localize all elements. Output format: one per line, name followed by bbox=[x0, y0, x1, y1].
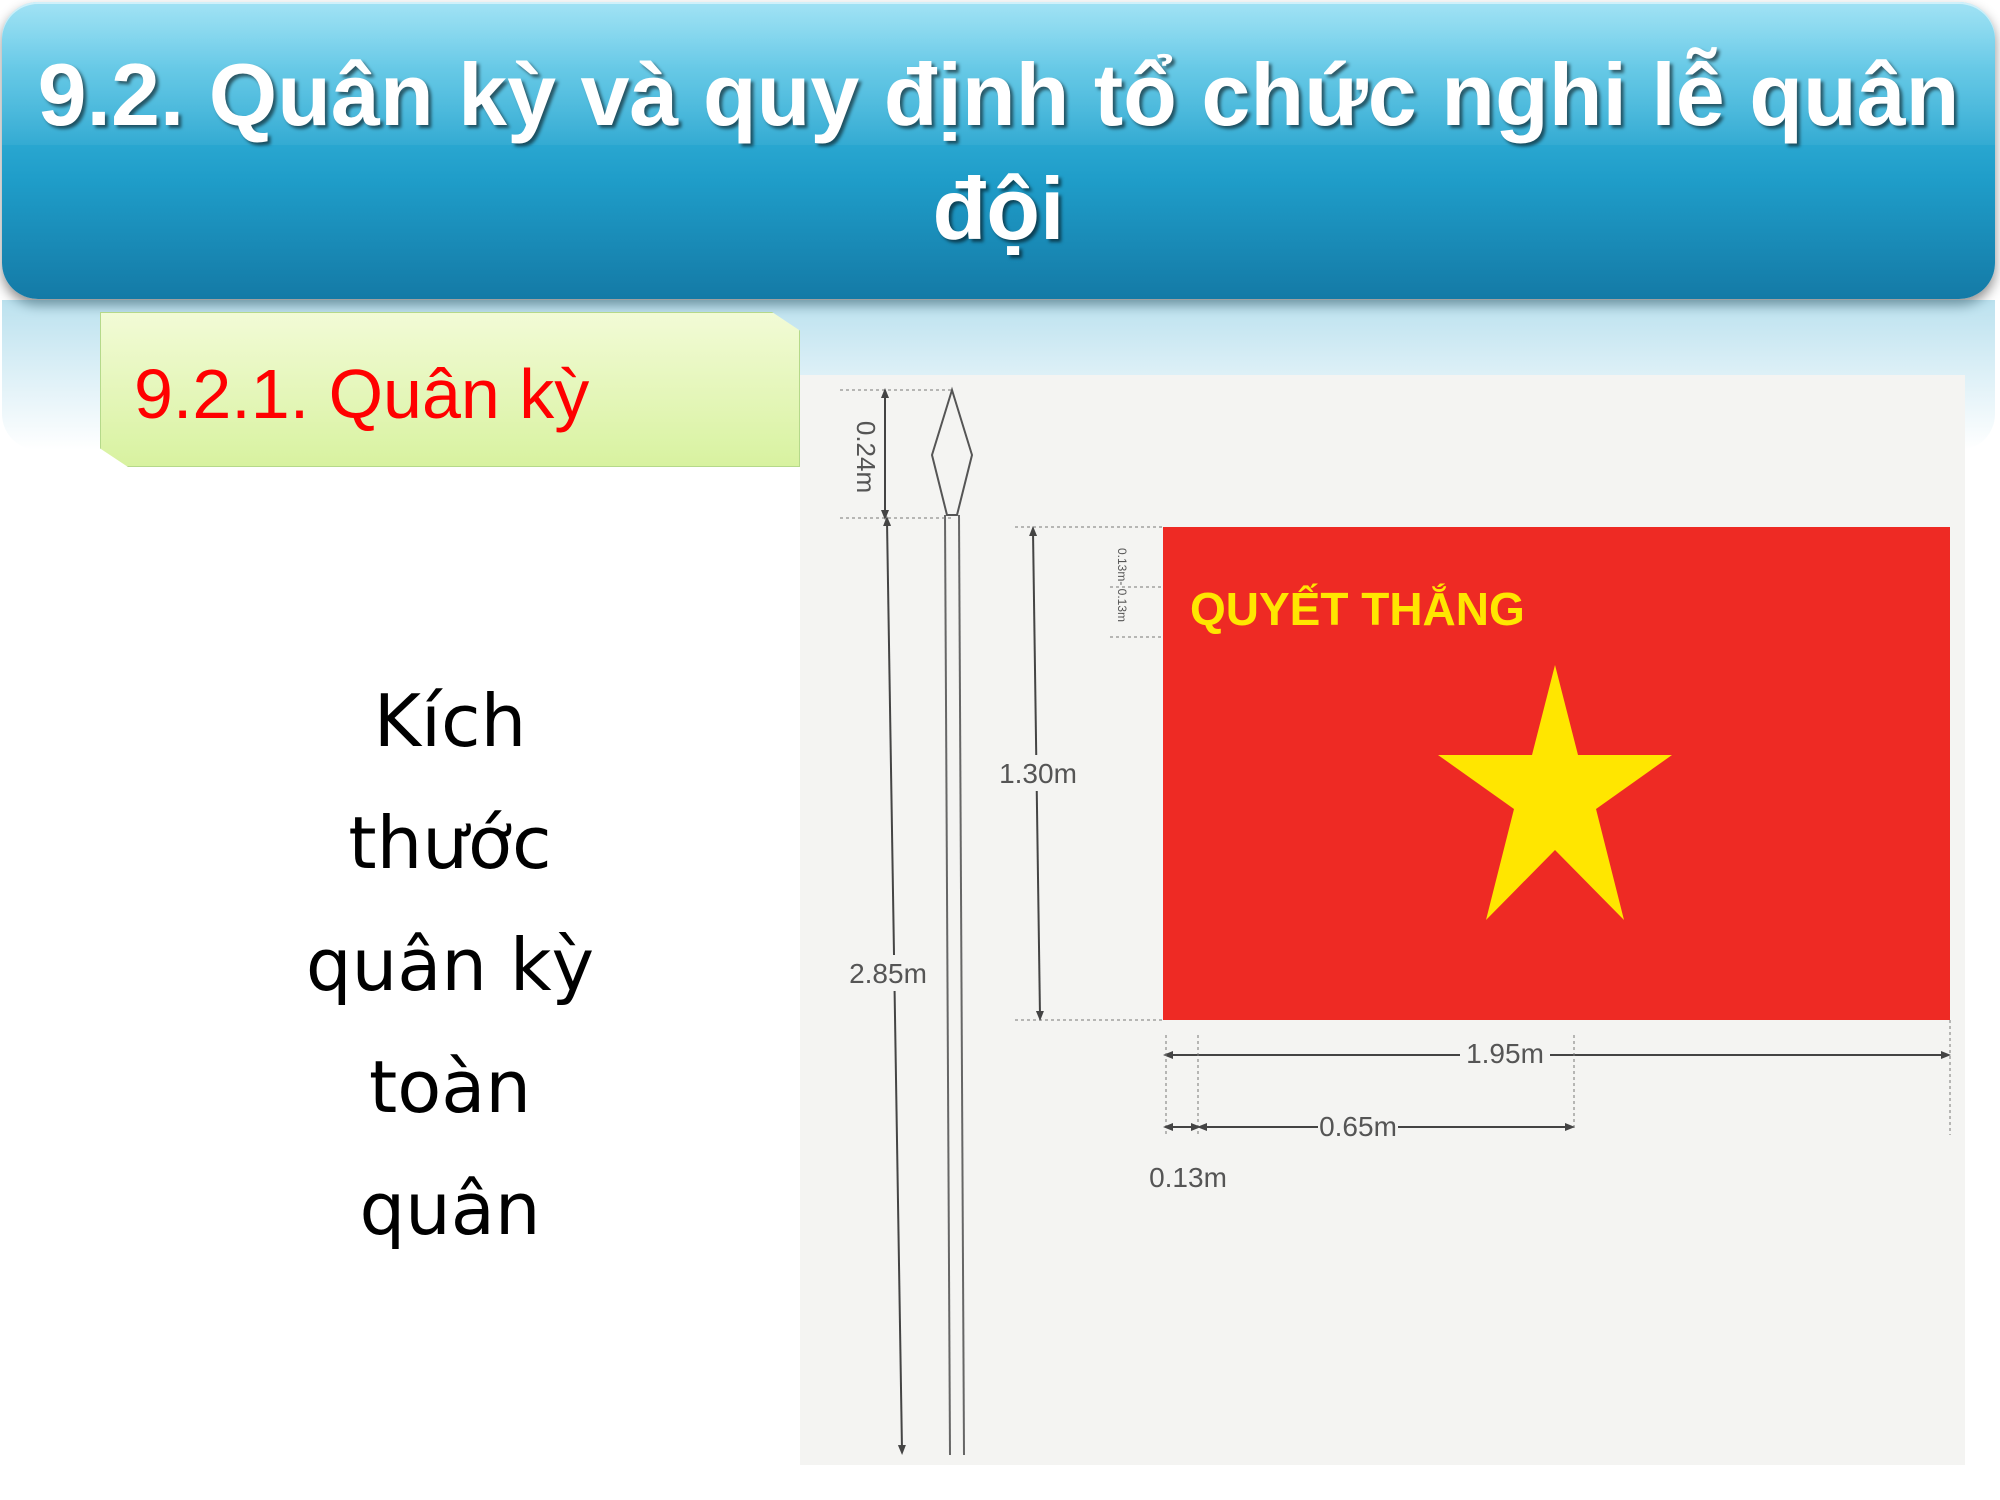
body-text: Kích thước quân kỳ toàn quân bbox=[230, 660, 670, 1270]
subsection-label-box: 9.2.1. Quân kỳ bbox=[100, 312, 800, 467]
flag-height-dim-label: 1.30m bbox=[999, 758, 1077, 789]
body-line: quân bbox=[359, 1167, 541, 1251]
title-banner: 9.2. Quân kỳ và quy định tổ chức nghi lễ… bbox=[2, 2, 1995, 299]
pole-dim-label: 2.85m bbox=[849, 958, 927, 989]
flag-diagram: 0.24m 2.85m QUYẾT THẮNG 1.30m 0.13m- 0.1… bbox=[800, 375, 1965, 1465]
flag-slogan: QUYẾT THẮNG bbox=[1190, 583, 1525, 635]
text-band-dim-label: 0.13m- 0.13m bbox=[1115, 548, 1129, 622]
flag-diagram-svg: 0.24m 2.85m QUYẾT THẮNG 1.30m 0.13m- 0.1… bbox=[840, 386, 1951, 1456]
body-line: toàn bbox=[368, 1045, 532, 1129]
flag-pole-left bbox=[944, 514, 951, 1456]
flag-width-dim-label: 1.95m bbox=[1466, 1038, 1544, 1069]
slide-title: 9.2. Quân kỳ và quy định tổ chức nghi lễ… bbox=[37, 45, 1960, 258]
star-offset-dim-label: 0.65m bbox=[1319, 1111, 1397, 1142]
spearhead-shape bbox=[930, 386, 974, 516]
hoist-margin-dim-label: 0.13m bbox=[1149, 1162, 1227, 1193]
body-line: quân kỳ bbox=[305, 923, 595, 1007]
spearhead-dim-label: 0.24m bbox=[851, 421, 881, 493]
body-line: Kích bbox=[373, 679, 527, 763]
subsection-label: 9.2.1. Quân kỳ bbox=[134, 355, 590, 433]
body-line: thước bbox=[348, 801, 552, 885]
flag-pole-right bbox=[958, 514, 965, 1456]
